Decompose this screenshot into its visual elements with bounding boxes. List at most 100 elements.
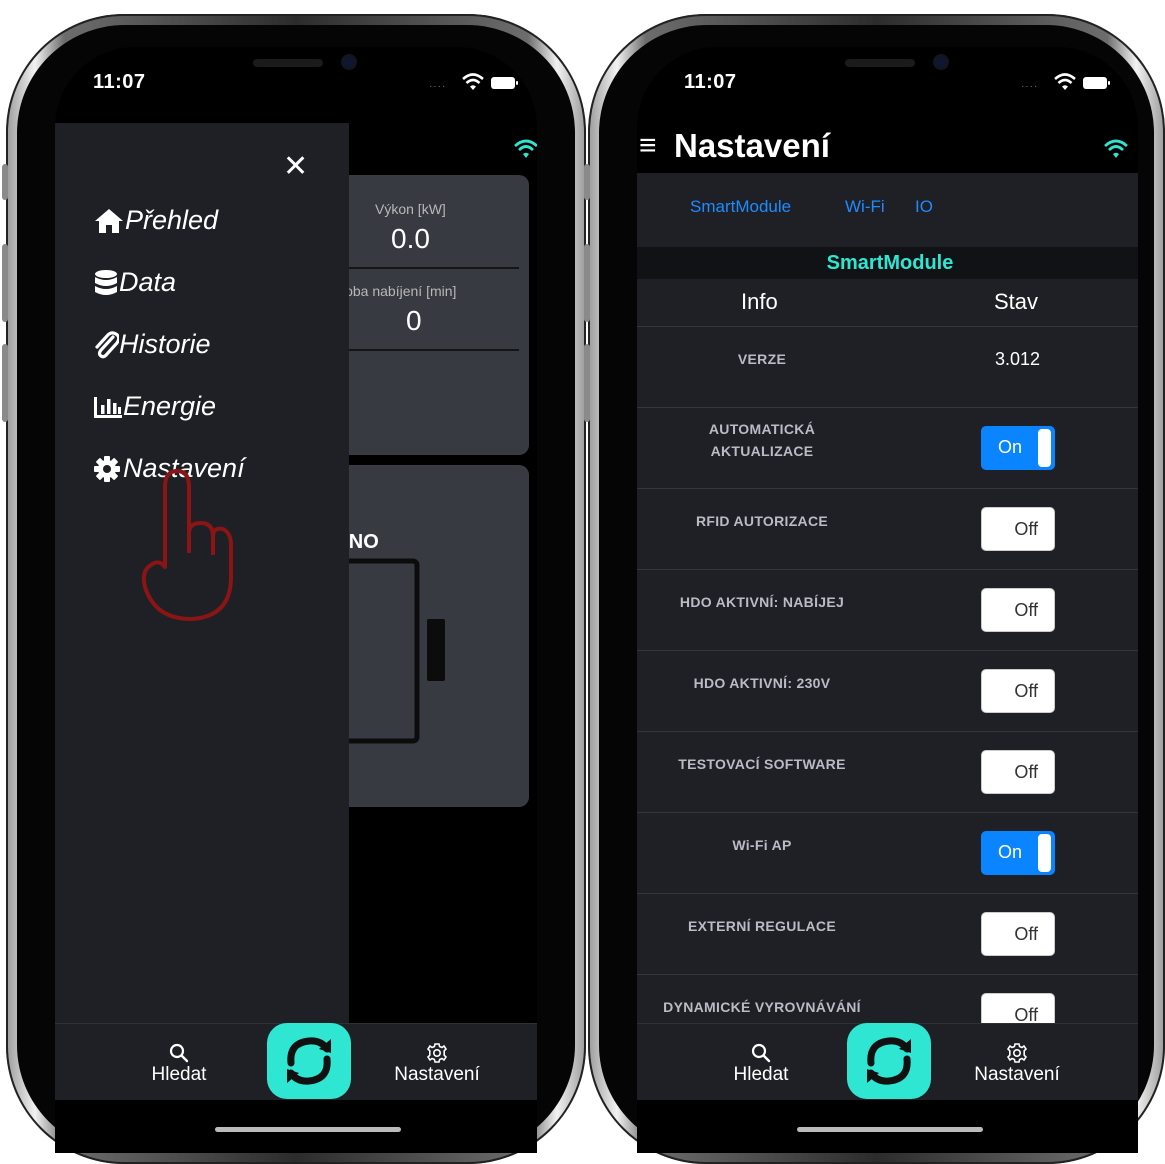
- tab-search[interactable]: Hledat: [119, 1042, 239, 1086]
- tab-settings[interactable]: Nastavení: [957, 1042, 1077, 1086]
- database-icon: [95, 269, 117, 295]
- power-label: Výkon [kW]: [375, 201, 446, 217]
- menu-item-energie[interactable]: Energie: [93, 391, 216, 422]
- tab-io[interactable]: IO: [915, 197, 933, 217]
- row-label: TESTOVACÍ SOFTWARE: [678, 756, 846, 772]
- auto-update-toggle[interactable]: On: [981, 426, 1055, 470]
- row-label: HDO AKTIVNÍ: NABÍJEJ: [679, 594, 845, 610]
- menu-item-label: Energie: [123, 391, 217, 421]
- column-stav-header: Stav: [994, 289, 1039, 314]
- toggle-text: Off: [1014, 681, 1038, 701]
- row-label: RFID AUTORIZACE: [695, 513, 829, 529]
- tab-settings-label: Nastavení: [974, 1064, 1060, 1085]
- navigation-drawer: ✕ Přehled Data Historie Energie Nastaven…: [55, 123, 349, 1023]
- toggle-text: On: [998, 842, 1023, 862]
- rfid-toggle[interactable]: Off: [981, 507, 1055, 551]
- volume-up-button: [2, 244, 8, 322]
- bezel: 11:07 ···· ≡ Nastavení SmartModule Wi-Fi…: [599, 25, 1154, 1153]
- toggle-text: Off: [1014, 762, 1038, 782]
- hdo-nabijej-toggle[interactable]: Off: [981, 588, 1055, 632]
- row-label: HDO AKTIVNÍ: 230V: [693, 675, 831, 691]
- tab-search-label: Hledat: [733, 1064, 789, 1085]
- bar-chart-icon: [94, 396, 122, 418]
- toggle-text: Off: [1014, 924, 1038, 944]
- settings-row-hdo-230v: HDO AKTIVNÍ: 230V Off: [637, 650, 1138, 732]
- test-software-toggle[interactable]: Off: [981, 750, 1055, 794]
- status-time: 11:07: [93, 71, 146, 93]
- gear-icon: [94, 455, 120, 482]
- charging-time-label: Doba nabíjení [min]: [335, 283, 457, 299]
- toggle-text: Off: [1014, 519, 1038, 539]
- settings-gear-icon: [426, 1043, 448, 1063]
- settings-row-test-software: TESTOVACÍ SOFTWARE Off: [637, 731, 1138, 813]
- bezel: 11:07 ···· Výkon [kW] 0.0 Doba nabíjení …: [17, 25, 575, 1153]
- tab-wifi[interactable]: Wi-Fi: [845, 197, 885, 217]
- refresh-button[interactable]: [847, 1023, 931, 1099]
- mute-switch: [584, 164, 590, 200]
- refresh-icon: [867, 1037, 911, 1085]
- menu-item-data[interactable]: Data: [93, 267, 176, 298]
- phone-frame-right: 11:07 ···· ≡ Nastavení SmartModule Wi-Fi…: [584, 14, 1165, 1164]
- signal-dots: ····: [1021, 81, 1039, 92]
- tab-settings-label: Nastavení: [394, 1064, 480, 1085]
- search-icon: [751, 1043, 771, 1063]
- hdo-230v-toggle[interactable]: Off: [981, 669, 1055, 713]
- row-label: EXTERNÍ REGULACE: [688, 918, 836, 934]
- settings-row-auto-update: AUTOMATICKÁ AKTUALIZACE On: [637, 407, 1138, 489]
- menu-item-label: Historie: [119, 329, 211, 359]
- row-label: DYNAMICKÉ VYROVNÁVÁNÍ: [663, 999, 861, 1015]
- menu-item-label: Přehled: [125, 205, 219, 235]
- menu-item-prehled[interactable]: Přehled: [93, 205, 218, 236]
- row-label: VERZE: [737, 351, 787, 367]
- menu-item-historie[interactable]: Historie: [93, 329, 211, 360]
- settings-gear-icon: [1006, 1043, 1028, 1063]
- connection-wifi-icon: [1104, 139, 1128, 158]
- page-title: Nastavení: [674, 127, 830, 164]
- battery-icon: [491, 77, 518, 89]
- volume-up-button: [584, 244, 590, 322]
- charging-time-value: 0: [406, 305, 422, 336]
- section-title: SmartModule: [637, 247, 1138, 279]
- notch: [774, 47, 1001, 83]
- tab-smartmodule[interactable]: SmartModule: [690, 197, 791, 217]
- search-icon: [169, 1043, 189, 1063]
- settings-row-external-regulation: EXTERNÍ REGULACE Off: [637, 893, 1138, 975]
- menu-item-label: Data: [119, 267, 177, 297]
- version-value: 3.012: [995, 349, 1041, 369]
- close-icon[interactable]: ✕: [283, 149, 308, 184]
- row-label: AUTOMATICKÁ AKTUALIZACE: [708, 421, 816, 459]
- wifi-ap-toggle[interactable]: On: [981, 831, 1055, 875]
- settings-row-hdo-nabijej: HDO AKTIVNÍ: NABÍJEJ Off: [637, 569, 1138, 651]
- external-regulation-toggle[interactable]: Off: [981, 912, 1055, 956]
- toggle-text: Off: [1014, 600, 1038, 620]
- settings-row-rfid: RFID AUTORIZACE Off: [637, 488, 1138, 570]
- home-indicator: [797, 1127, 983, 1132]
- toggle-text: On: [998, 437, 1023, 457]
- settings-row-wifi-ap: Wi-Fi AP On: [637, 812, 1138, 894]
- tab-search[interactable]: Hledat: [701, 1042, 821, 1086]
- hamburger-menu-icon[interactable]: ≡: [639, 129, 657, 163]
- tab-search-label: Hledat: [151, 1064, 207, 1085]
- row-label: Wi-Fi AP: [732, 837, 792, 853]
- settings-panel: SmartModule Wi-Fi IO SmartModule Info St…: [637, 173, 1138, 1026]
- tab-settings[interactable]: Nastavení: [377, 1042, 497, 1086]
- volume-down-button: [584, 344, 590, 422]
- dynamic-balancing-toggle[interactable]: Off: [981, 993, 1055, 1026]
- signal-dots: ····: [429, 81, 447, 92]
- phone-frame-left: 11:07 ···· Výkon [kW] 0.0 Doba nabíjení …: [2, 14, 586, 1164]
- battery-icon: [1083, 77, 1110, 89]
- power-value: 0.0: [391, 223, 430, 254]
- tap-hand-icon: [141, 469, 233, 621]
- settings-row-dynamic-balancing: DYNAMICKÉ VYROVNÁVÁNÍ Off: [637, 974, 1138, 1026]
- connection-wifi-icon: [514, 139, 537, 158]
- screen-left: 11:07 ···· Výkon [kW] 0.0 Doba nabíjení …: [55, 47, 537, 1153]
- wifi-status-icon: [462, 73, 484, 90]
- screen-right: 11:07 ···· ≡ Nastavení SmartModule Wi-Fi…: [637, 47, 1138, 1153]
- refresh-icon: [287, 1037, 331, 1085]
- refresh-button[interactable]: [267, 1023, 351, 1099]
- home-icon: [95, 208, 123, 233]
- paperclip-icon: [95, 330, 119, 358]
- wifi-status-icon: [1054, 73, 1076, 90]
- home-indicator: [215, 1127, 401, 1132]
- volume-down-button: [2, 344, 8, 422]
